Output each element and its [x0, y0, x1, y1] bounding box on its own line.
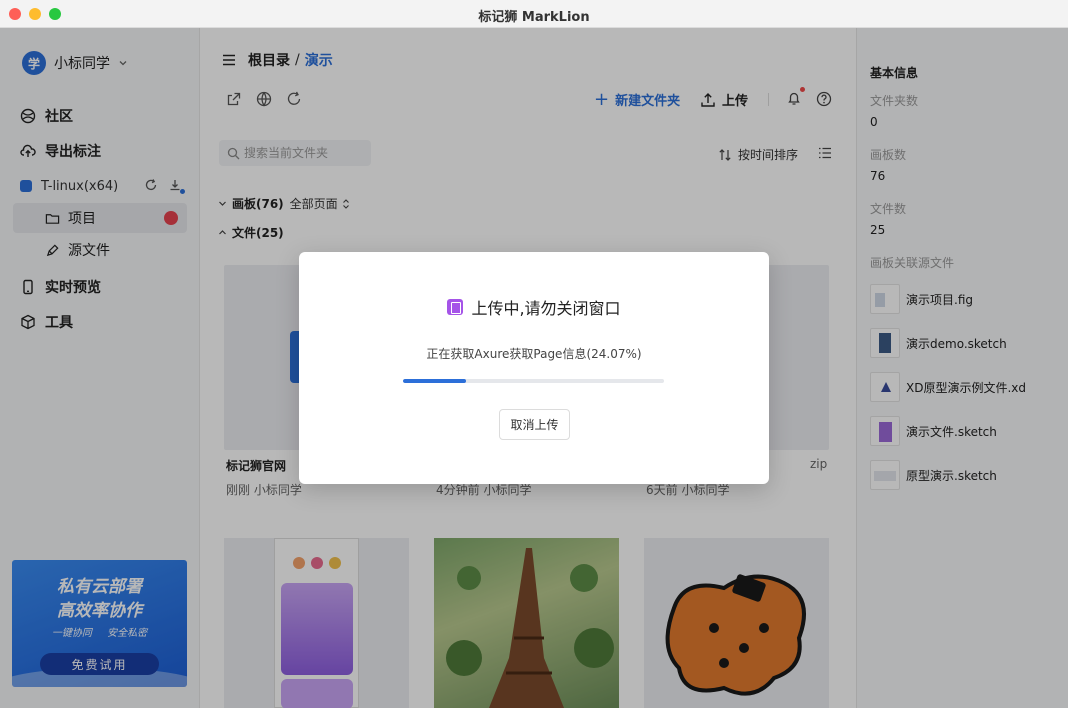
- upload-progress-bar: [403, 379, 664, 383]
- title-bar: 标记狮 MarkLion: [0, 0, 1068, 28]
- dialog-title: 上传中,请勿关闭窗口: [299, 295, 769, 319]
- upload-progress-fill: [403, 379, 466, 383]
- dialog-title-text: 上传中,请勿关闭窗口: [471, 299, 621, 318]
- window-title: 标记狮 MarkLion: [478, 10, 590, 25]
- cancel-upload-button[interactable]: 取消上传: [499, 409, 570, 440]
- axure-file-icon: [447, 299, 464, 315]
- upload-progress-dialog: 上传中,请勿关闭窗口 正在获取Axure获取Page信息(24.07%) 取消上…: [299, 252, 769, 484]
- upload-status-text: 正在获取Axure获取Page信息(24.07%): [426, 347, 642, 361]
